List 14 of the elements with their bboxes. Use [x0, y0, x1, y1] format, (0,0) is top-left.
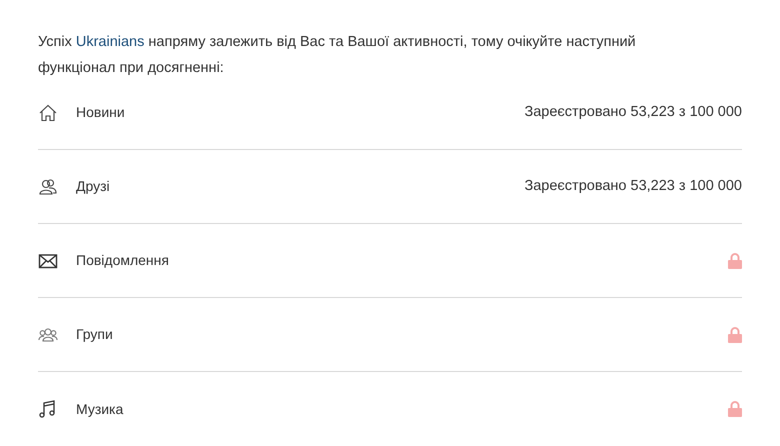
house-icon: [38, 102, 58, 122]
feature-label: Друзі: [76, 177, 110, 196]
feature-label: Повідомлення: [76, 251, 169, 270]
feature-label: Новини: [76, 103, 125, 122]
feature-label: Музика: [76, 400, 124, 419]
lock-icon: [728, 401, 742, 417]
ukrainians-link[interactable]: Ukrainians: [76, 34, 144, 50]
people-icon: [38, 176, 58, 196]
registration-status: Зареєстровано 53,223 з 100 000: [524, 176, 742, 196]
intro-paragraph: Успіх Ukrainians напряму залежить від Вас та Вашої активності, тому очікуйте наступний функціонал при досягненні:: [38, 33, 637, 78]
lock-icon: [728, 252, 742, 268]
registration-status: Зареєстровано 53,223 з 100 000: [524, 102, 742, 122]
feature-label: Групи: [76, 325, 113, 344]
lock-icon: [728, 326, 742, 342]
